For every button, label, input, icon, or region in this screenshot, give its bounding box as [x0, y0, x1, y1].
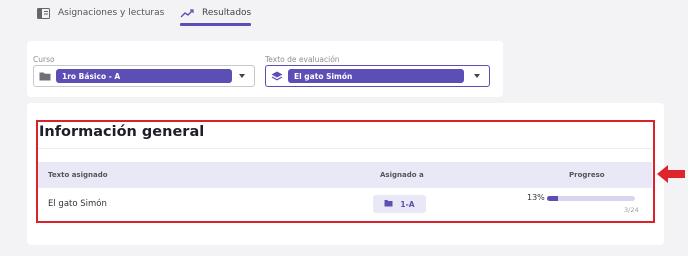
- table-header: Texto asignado Asignado a Progreso: [38, 162, 652, 188]
- filter-panel: Curso 1ro Básico - A Texto de evaluación…: [27, 41, 503, 97]
- progress-bar: [547, 196, 635, 201]
- folder-icon: [384, 199, 393, 209]
- red-arrow-icon: [657, 165, 685, 183]
- tab-asignaciones-label: Asignaciones y lecturas: [58, 8, 165, 18]
- chevron-down-icon: [474, 74, 480, 78]
- texto-label: Texto de evaluación: [265, 55, 340, 64]
- tab-bar: Asignaciones y lecturas Resultados: [0, 0, 688, 26]
- progress-count: 3/24: [624, 206, 639, 214]
- progress-percent: 13%: [527, 193, 545, 202]
- progress-fill: [547, 196, 559, 201]
- curso-select[interactable]: 1ro Básico - A: [33, 65, 255, 87]
- row-text: El gato Simón: [48, 199, 107, 209]
- assigned-label: 1-A: [400, 199, 415, 209]
- texto-value-chip: El gato Simón: [288, 69, 464, 83]
- tab-resultados[interactable]: Resultados: [180, 0, 252, 26]
- trending-up-icon: [180, 7, 194, 19]
- texto-select[interactable]: El gato Simón: [265, 65, 490, 87]
- layers-icon: [266, 71, 288, 82]
- tab-resultados-label: Resultados: [202, 8, 252, 18]
- column-header-texto: Texto asignado: [48, 171, 108, 179]
- chevron-down-icon: [239, 74, 245, 78]
- assigned-badge[interactable]: 1-A: [373, 195, 426, 213]
- curso-label: Curso: [33, 55, 55, 64]
- section-title: Información general: [39, 124, 205, 140]
- curso-value-chip: 1ro Básico - A: [56, 69, 232, 83]
- column-header-progreso: Progreso: [569, 171, 605, 179]
- table-row[interactable]: El gato Simón 1-A 13% 3/24: [38, 189, 652, 219]
- divider: [38, 148, 652, 149]
- folder-icon: [34, 71, 56, 81]
- tab-asignaciones[interactable]: Asignaciones y lecturas: [36, 0, 164, 26]
- calendar-icon: [36, 7, 50, 19]
- column-header-asignado: Asignado a: [380, 171, 424, 179]
